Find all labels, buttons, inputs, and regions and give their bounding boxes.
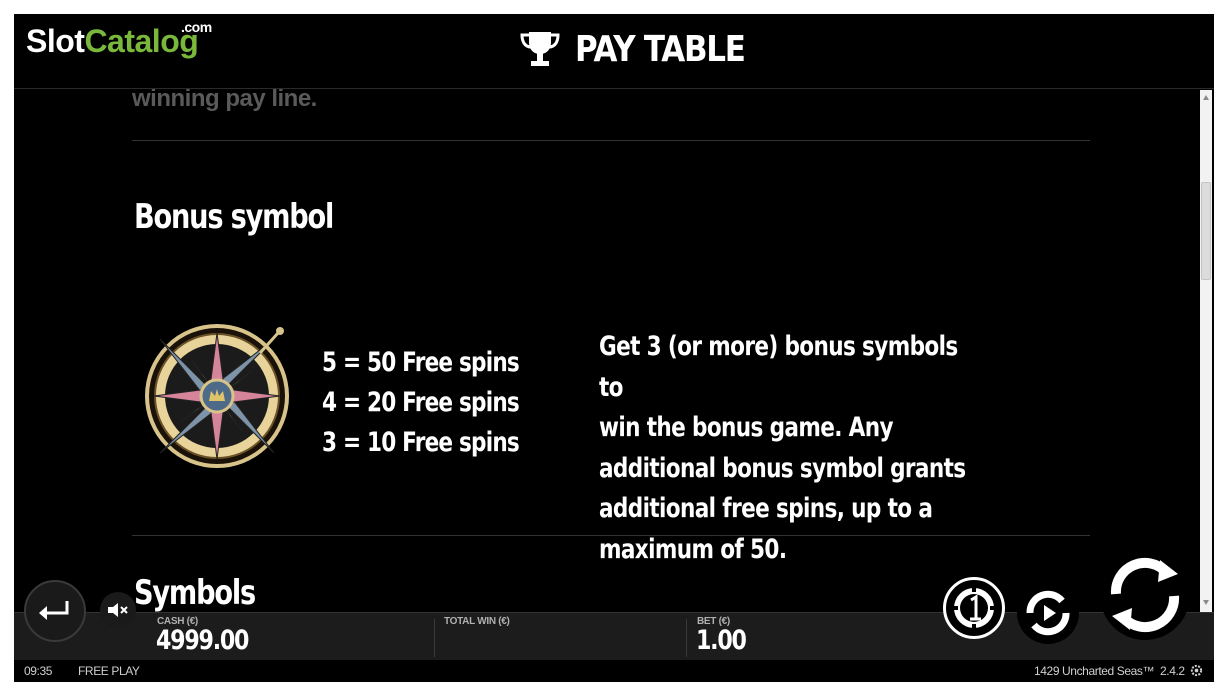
header: SlotCatalog .com PAY TABLE [14,14,1214,89]
game-version: 2.4.2 [1160,664,1185,678]
cash-value: 4999.00 [156,625,249,656]
play-mode: FREE PLAY [78,664,140,678]
bonus-section-title: Bonus symbol [134,197,334,237]
page-title-group: PAY TABLE [519,26,772,72]
page-title: PAY TABLE [575,28,746,70]
divider [132,140,1090,141]
symbols-section-title: Symbols [134,573,256,612]
bonus-payouts: 5 = 50 Free spins 4 = 20 Free spins 3 = … [322,343,520,463]
speaker-muted-icon [108,603,128,617]
return-arrow-icon [39,601,69,620]
trophy-icon [520,32,560,66]
payout-line: 3 = 10 Free spins [322,427,520,458]
sound-toggle-button[interactable] [100,592,136,628]
game-window: SlotCatalog .com PAY TABLE winning pay l… [14,14,1214,682]
separator [686,619,687,657]
separator [434,619,435,657]
autoplay-icon [1026,590,1070,636]
logo-com-text: .com [181,19,212,35]
content-scrollbar[interactable] [1200,90,1212,612]
description-line: win the bonus game. Any [599,412,894,443]
total-win-label: TOTAL WIN (€) [444,616,510,627]
compass-rose-icon [145,324,289,468]
back-button[interactable] [24,580,86,642]
divider [132,535,1090,536]
description-line: additional free spins, up to a [599,493,933,524]
bonus-description: Get 3 (or more) bonus symbols to win the… [599,327,967,570]
previous-section-text: winning pay line. [132,89,317,112]
game-name: 1429 Uncharted Seas™ [1034,664,1155,678]
scroll-up-icon[interactable] [1202,94,1210,102]
description-line: additional bonus symbol grants [599,452,966,484]
clock: 09:35 [24,664,53,678]
scroll-down-icon[interactable] [1202,598,1210,606]
gear-icon[interactable] [1190,664,1203,677]
coin-value-button[interactable] [943,577,1005,639]
status-bar: 09:35 FREE PLAY 1429 Uncharted Seas™ 2.4… [14,660,1214,682]
scroll-thumb[interactable] [1201,182,1211,280]
slotcatalog-logo: SlotCatalog .com [26,18,212,64]
bet-value: 1.00 [696,625,747,656]
spin-button[interactable] [1100,550,1190,640]
description-line: Get 3 (or more) bonus symbols to [599,331,958,403]
autoplay-button[interactable] [1017,582,1079,644]
logo-slot-text: Slot [26,23,85,59]
paytable-content: winning pay line. Bonus symbol 5 = 50 Fr… [14,89,1198,612]
payout-line: 4 = 20 Free spins [322,387,520,418]
coin-one-icon [953,587,995,629]
spin-arrows-icon [1110,557,1180,633]
payout-line: 5 = 50 Free spins [322,347,520,378]
